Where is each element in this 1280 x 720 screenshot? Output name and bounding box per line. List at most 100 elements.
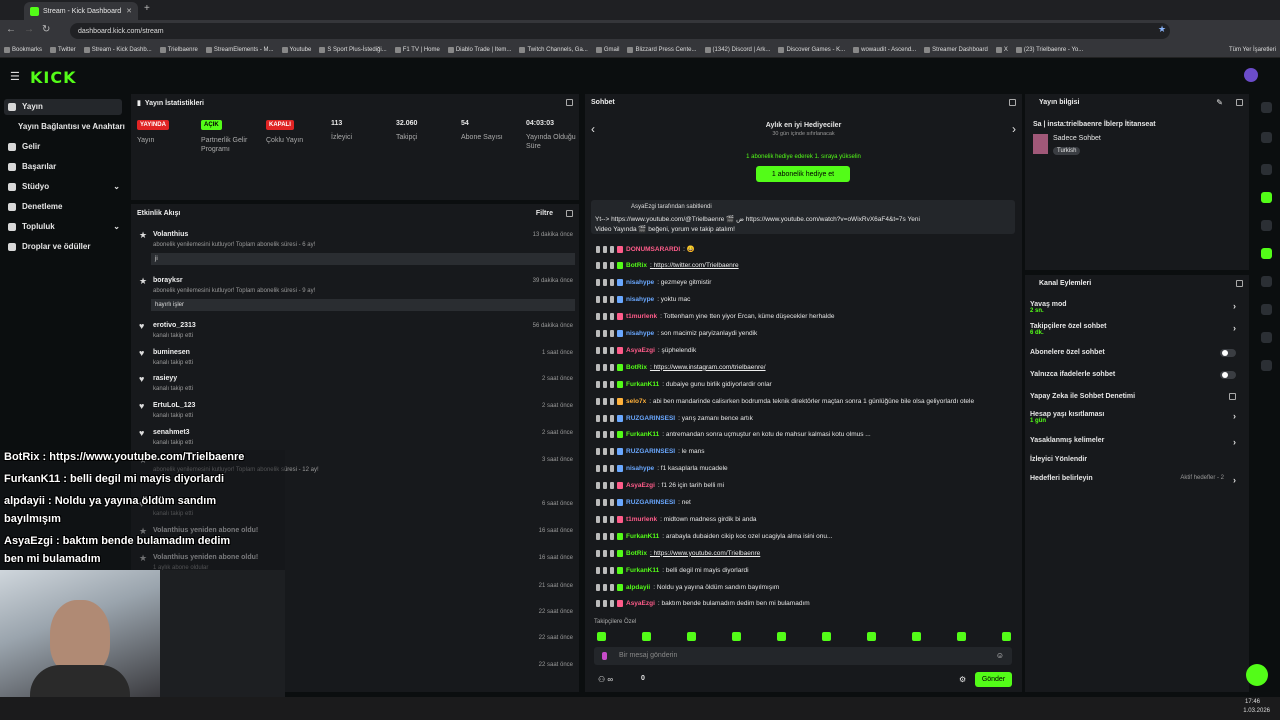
emote-icon[interactable] xyxy=(597,632,606,641)
emote-icon[interactable] xyxy=(687,632,696,641)
hourglass-icon[interactable] xyxy=(603,296,607,304)
sidebar-item-stream-key[interactable]: Yayın Bağlantısı ve Anahtarı xyxy=(18,122,125,131)
chat-username[interactable]: FurkanK11 xyxy=(626,431,659,438)
pin-icon[interactable] xyxy=(596,313,600,321)
sidebar-item-denetleme[interactable]: Denetleme xyxy=(8,202,62,211)
grid-icon[interactable] xyxy=(1261,304,1272,315)
shield-icon[interactable] xyxy=(610,482,614,490)
new-tab-icon[interactable]: + xyxy=(144,3,150,14)
link-icon[interactable] xyxy=(1261,276,1272,287)
puzzle-icon[interactable] xyxy=(1261,360,1272,371)
pin-icon[interactable] xyxy=(596,346,600,354)
chat-username[interactable]: alpdayii xyxy=(626,584,650,591)
shield-icon[interactable] xyxy=(610,245,614,253)
hourglass-icon[interactable] xyxy=(603,499,607,506)
kick-logo[interactable]: KICK xyxy=(30,68,77,87)
hourglass-icon[interactable] xyxy=(603,279,607,287)
browser-tab[interactable]: Stream - Kick Dashboard ✕ xyxy=(24,2,138,20)
channel-action-item[interactable]: Yalnızca ifadelerle sohbet xyxy=(1030,371,1242,389)
chat-username[interactable]: FurkanK11 xyxy=(626,381,659,388)
chat-username[interactable]: nisahype xyxy=(626,279,654,286)
hourglass-icon[interactable] xyxy=(603,465,607,473)
shield-icon[interactable] xyxy=(610,566,614,574)
chat-username[interactable]: AsyaEzgi xyxy=(626,347,655,354)
pin-icon[interactable] xyxy=(596,583,600,591)
hourglass-icon[interactable] xyxy=(603,515,607,523)
chat-username[interactable]: FurkanK11 xyxy=(626,567,659,574)
pin-icon[interactable] xyxy=(596,499,600,506)
chat-username[interactable]: BotRix xyxy=(626,364,647,371)
hourglass-icon[interactable] xyxy=(603,245,607,253)
pin-icon[interactable] xyxy=(596,279,600,287)
chat-username[interactable]: t1murlenk xyxy=(626,516,657,523)
toggle-switch[interactable] xyxy=(1220,371,1236,379)
chat-username[interactable]: nisahype xyxy=(626,465,654,472)
pin-icon[interactable] xyxy=(596,431,600,439)
hourglass-icon[interactable] xyxy=(603,600,607,608)
chat-text[interactable]: : https://twitter.com/Trielbaenre xyxy=(650,262,739,269)
pin-icon[interactable] xyxy=(596,566,600,574)
emote-icon[interactable] xyxy=(957,632,966,641)
shield-icon[interactable] xyxy=(610,499,614,506)
pin-icon[interactable] xyxy=(596,380,600,388)
channel-action-item[interactable]: İzleyici Yönlendir xyxy=(1030,456,1242,474)
shield-icon[interactable] xyxy=(610,431,614,439)
shield-icon[interactable] xyxy=(610,262,614,270)
sidebar-item-topluluk[interactable]: Topluluk ⌄ xyxy=(8,222,120,231)
expand-icon[interactable] xyxy=(1236,280,1243,287)
shield-icon[interactable] xyxy=(610,532,614,540)
bookmark-item[interactable]: (1342) Discord | Ark... xyxy=(701,46,775,53)
hourglass-icon[interactable] xyxy=(603,566,607,574)
pin-icon[interactable] xyxy=(596,330,600,337)
chat-username[interactable]: nisahype xyxy=(626,330,654,337)
hourglass-icon[interactable] xyxy=(603,346,607,354)
send-button[interactable]: Gönder xyxy=(975,672,1012,687)
chat-username[interactable]: RUZGARINSESI xyxy=(626,415,675,422)
shield-icon[interactable] xyxy=(610,465,614,473)
shield-icon[interactable] xyxy=(610,330,614,337)
hourglass-icon[interactable] xyxy=(603,431,607,439)
emoji-icon[interactable]: ☺ xyxy=(996,651,1004,660)
hourglass-icon[interactable] xyxy=(603,330,607,337)
avatar[interactable] xyxy=(1244,68,1258,82)
channel-action-item[interactable]: Yapay Zeka ile Sohbet Denetimi xyxy=(1030,393,1242,411)
filter-button[interactable]: Filtre xyxy=(536,210,553,217)
channel-action-item[interactable]: Abonelere özel sohbet xyxy=(1030,349,1242,367)
settings-icon[interactable]: ⚙ xyxy=(959,675,966,684)
shield-icon[interactable] xyxy=(610,414,614,422)
bookmark-item[interactable]: Youtube xyxy=(278,46,316,53)
bookmark-item[interactable]: Discover Games - K... xyxy=(774,46,849,53)
chat-username[interactable]: RUZGARINSESI xyxy=(626,448,675,455)
bookmark-item[interactable]: Trielbaenre xyxy=(156,46,202,53)
pin-icon[interactable] xyxy=(596,397,600,405)
hourglass-icon[interactable] xyxy=(603,380,607,388)
close-tab-icon[interactable]: ✕ xyxy=(126,7,132,15)
expand-icon[interactable] xyxy=(1236,99,1243,106)
bookmark-item[interactable]: Bookmarks xyxy=(0,46,46,53)
pin-icon[interactable] xyxy=(596,414,600,422)
shield-icon[interactable] xyxy=(610,380,614,388)
pin-icon[interactable] xyxy=(596,262,600,270)
chat-username[interactable]: FurkanK11 xyxy=(626,533,659,540)
expand-icon[interactable] xyxy=(566,210,573,217)
hourglass-icon[interactable] xyxy=(603,583,607,591)
hourglass-icon[interactable] xyxy=(603,448,607,456)
pin-icon[interactable] xyxy=(596,465,600,473)
all-bookmarks[interactable]: Tüm Yer İşaretleri xyxy=(1225,47,1280,53)
emote-icon[interactable] xyxy=(912,632,921,641)
channel-action-item[interactable]: Takipçilere özel sohbet 6 dk. › xyxy=(1030,323,1242,341)
star-icon[interactable]: ★ xyxy=(1158,24,1166,35)
pin-icon[interactable] xyxy=(596,245,600,253)
bolt-icon[interactable] xyxy=(1261,192,1272,203)
hourglass-icon[interactable] xyxy=(603,262,607,270)
bookmark-item[interactable]: StreamElements - M... xyxy=(202,46,278,53)
pin-icon[interactable] xyxy=(596,482,600,490)
sidebar-item-gelir[interactable]: Gelir xyxy=(8,142,40,151)
sidebar-item-droplar[interactable]: Droplar ve ödüller xyxy=(8,242,90,251)
hourglass-icon[interactable] xyxy=(603,414,607,422)
expand-icon[interactable] xyxy=(1009,99,1016,106)
chat-bubble-icon[interactable] xyxy=(1261,248,1272,259)
shield-icon[interactable] xyxy=(610,583,614,591)
menu-icon[interactable]: ☰ xyxy=(10,70,20,83)
chat-username[interactable]: t1murlenk xyxy=(626,313,657,320)
